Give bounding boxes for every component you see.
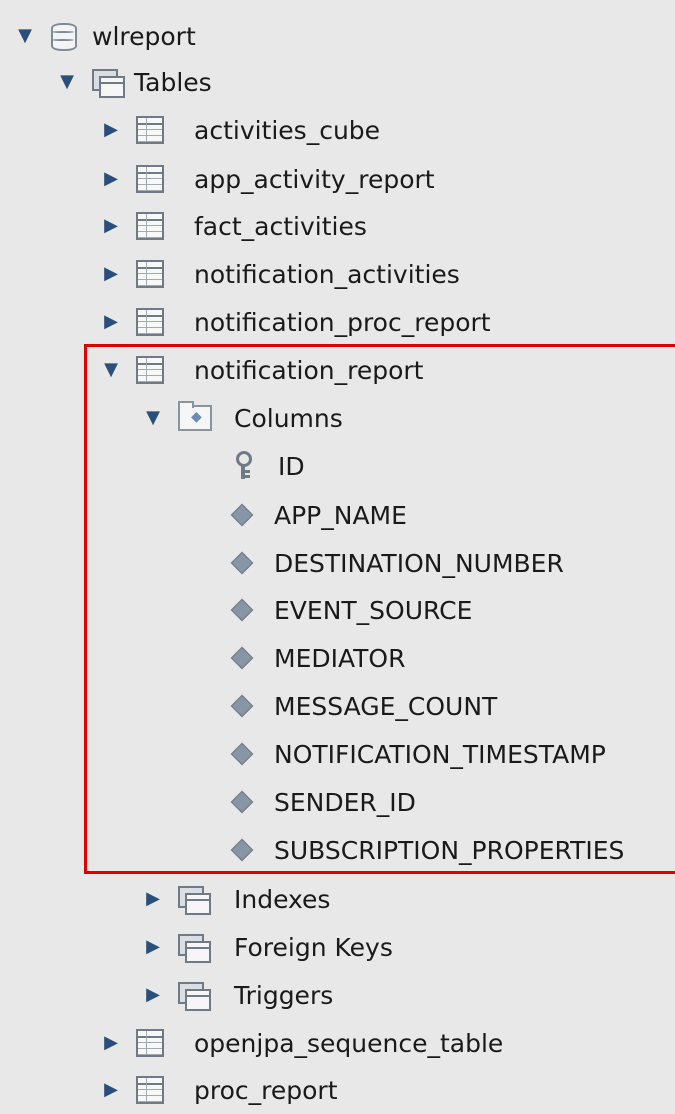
table-icon	[136, 1076, 164, 1104]
collapsed-arrow-icon[interactable]: ▶	[100, 311, 122, 333]
tree-node-triggers-folder[interactable]: ▶ Triggers	[0, 971, 333, 1019]
tree-node-indexes-folder[interactable]: ▶ Indexes	[0, 875, 330, 923]
tree-node-table[interactable]: ▶ fact_activities	[0, 202, 367, 250]
tree-node-label: wlreport	[92, 21, 196, 51]
tables-folder-icon	[92, 69, 125, 98]
tree-node-wlreport[interactable]: ▼ wlreport	[0, 12, 196, 60]
collapsed-arrow-icon[interactable]: ▶	[100, 215, 122, 237]
tree-node-label: openjpa_sequence_table	[194, 1028, 504, 1058]
tree-node-label: notification_activities	[194, 259, 460, 289]
tree-node-label: activities_cube	[194, 115, 381, 145]
tree-node-label: Triggers	[234, 980, 334, 1010]
database-tree: ▼ wlreport ▼ Tables ▶ activities_cube ▶ …	[0, 0, 675, 1108]
tree-node-label: app_activity_report	[194, 164, 435, 194]
triggers-folder-icon	[178, 982, 211, 1011]
tree-node-label: fact_activities	[194, 211, 367, 241]
tree-node-table[interactable]: ▶ notification_activities	[0, 250, 460, 298]
tree-node-table[interactable]: ▶ proc_report	[0, 1066, 338, 1114]
tree-node-label: Indexes	[234, 884, 331, 914]
tree-node-label: Foreign Keys	[234, 932, 393, 962]
collapsed-arrow-icon[interactable]: ▶	[142, 888, 164, 910]
database-icon	[50, 22, 77, 51]
tree-node-foreign-keys-folder[interactable]: ▶ Foreign Keys	[0, 923, 393, 971]
table-icon	[136, 116, 164, 144]
indexes-folder-icon	[178, 886, 211, 915]
tree-node-label: notification_proc_report	[194, 307, 491, 337]
tree-node-table[interactable]: ▶ app_activity_report	[0, 155, 435, 203]
expanded-arrow-icon[interactable]: ▼	[14, 25, 36, 47]
collapsed-arrow-icon[interactable]: ▶	[100, 1079, 122, 1101]
tree-node-table[interactable]: ▶ activities_cube	[0, 106, 380, 154]
collapsed-arrow-icon[interactable]: ▶	[142, 936, 164, 958]
table-icon	[136, 260, 164, 288]
tree-node-tables-folder[interactable]: ▼ Tables	[0, 58, 212, 106]
foreign-keys-folder-icon	[178, 934, 211, 963]
collapsed-arrow-icon[interactable]: ▶	[100, 168, 122, 190]
collapsed-arrow-icon[interactable]: ▶	[142, 984, 164, 1006]
tree-node-table[interactable]: ▶ notification_proc_report	[0, 298, 491, 346]
expanded-arrow-icon[interactable]: ▼	[56, 71, 78, 93]
tree-node-label: Tables	[134, 67, 212, 97]
table-icon	[136, 165, 164, 193]
collapsed-arrow-icon[interactable]: ▶	[100, 119, 122, 141]
collapsed-arrow-icon[interactable]: ▶	[100, 1032, 122, 1054]
tree-node-table[interactable]: ▶ openjpa_sequence_table	[0, 1019, 503, 1067]
collapsed-arrow-icon[interactable]: ▶	[100, 263, 122, 285]
highlight-box	[84, 344, 675, 874]
table-icon	[136, 212, 164, 240]
table-icon	[136, 1029, 164, 1057]
table-icon	[136, 308, 164, 336]
tree-node-label: proc_report	[194, 1075, 338, 1105]
